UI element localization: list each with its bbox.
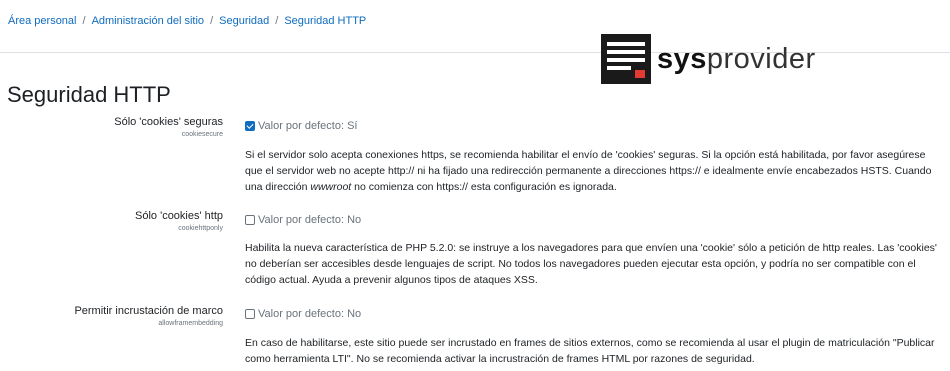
breadcrumb-item-administracion[interactable]: Administración del sitio	[92, 15, 205, 27]
cookiehttponly-checkbox[interactable]	[245, 215, 255, 225]
setting-key: allowframembedding	[158, 320, 223, 327]
breadcrumb-separator: /	[210, 15, 214, 27]
breadcrumb-separator: /	[275, 15, 279, 27]
setting-description: En caso de habilitarse, este sitio puede…	[245, 337, 935, 365]
cookiesecure-checkbox-field[interactable]: Valor por defecto: Sí	[245, 120, 357, 132]
default-value-text: Valor por defecto: No	[258, 308, 362, 320]
setting-label-group: Sólo 'cookies' http cookiehttponly	[135, 210, 223, 232]
sysprovider-logo: sysprovider	[601, 33, 816, 85]
default-value-text: Valor por defecto: No	[258, 214, 362, 226]
setting-label-group: Sólo 'cookies' seguras cookiesecure	[114, 116, 223, 138]
breadcrumb-item-seguridad-http[interactable]: Seguridad HTTP	[284, 15, 366, 27]
cookiehttponly-checkbox-field[interactable]: Valor por defecto: No	[245, 214, 361, 226]
setting-label: Permitir incrustación de marco	[74, 305, 223, 317]
server-icon	[601, 34, 651, 84]
setting-label: Sólo 'cookies' seguras	[114, 116, 223, 128]
breadcrumb-item-area-personal[interactable]: Área personal	[8, 15, 77, 27]
page-title: Seguridad HTTP	[7, 82, 171, 107]
logo-wordmark: sysprovider	[657, 42, 816, 75]
setting-description: Si el servidor solo acepta conexiones ht…	[245, 149, 932, 193]
setting-key: cookiehttponly	[178, 225, 223, 232]
breadcrumb-item-seguridad[interactable]: Seguridad	[219, 15, 269, 27]
setting-label: Sólo 'cookies' http	[135, 210, 223, 222]
default-value-text: Valor por defecto: Sí	[258, 120, 358, 132]
setting-key: cookiesecure	[181, 131, 223, 138]
allowframembedding-checkbox[interactable]	[245, 309, 255, 319]
breadcrumb: Área personal / Administración del sitio / S…	[8, 15, 366, 27]
breadcrumb-separator: /	[82, 15, 86, 27]
cookiesecure-checkbox[interactable]	[245, 121, 255, 131]
setting-description: Habilita la nueva característica de PHP …	[245, 242, 937, 286]
setting-label-group: Permitir incrustación de marco allowfram…	[74, 305, 223, 327]
allowframembedding-checkbox-field[interactable]: Valor por defecto: No	[245, 308, 361, 320]
